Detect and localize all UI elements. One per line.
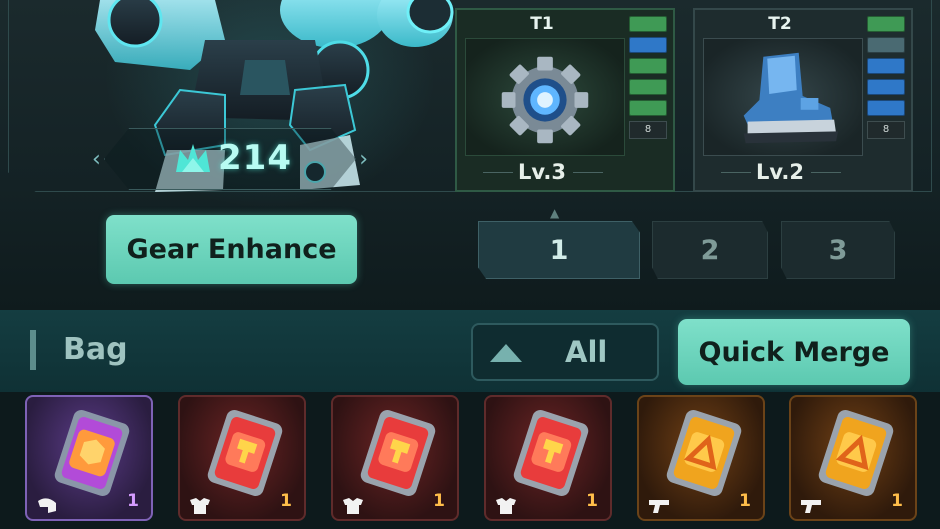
bag-title: Bag	[63, 332, 128, 367]
upgrade-pip	[629, 79, 667, 95]
armor-icon	[496, 498, 516, 514]
item-quantity: 1	[586, 491, 598, 511]
crown-power-icon	[176, 144, 210, 172]
caret-up-icon: ▲	[550, 206, 560, 220]
bag-item[interactable]: 1	[25, 395, 153, 521]
gun-icon	[649, 500, 669, 513]
lock-count: 8	[867, 121, 905, 139]
slot-upgrade-pips: 8	[867, 16, 907, 139]
slot-item-frame	[465, 38, 625, 156]
armor-icon	[190, 498, 210, 514]
bag-filter-dropdown[interactable]: All	[471, 323, 659, 381]
power-value: 214	[218, 138, 292, 178]
orange-weapon-card-icon	[666, 409, 742, 497]
triangle-up-icon	[490, 344, 522, 362]
red-armor-card-icon	[360, 409, 436, 497]
slot-level: Lv.3	[518, 160, 566, 184]
upgrade-pip	[867, 37, 905, 53]
page-tab-1[interactable]: 1	[478, 221, 640, 279]
upgrade-pip	[867, 100, 905, 116]
slot-tier-label: T1	[530, 14, 554, 34]
armor-icon	[343, 498, 363, 514]
bag-header: Bag All Quick Merge	[0, 310, 940, 392]
filter-label: All	[565, 335, 608, 369]
bag-item[interactable]: 1	[331, 395, 459, 521]
previous-hero-arrow-icon[interactable]: ‹	[92, 147, 101, 172]
bag-item[interactable]: 1	[484, 395, 612, 521]
page-tab-3[interactable]: 3	[781, 221, 895, 279]
quick-merge-button[interactable]: Quick Merge	[678, 319, 910, 385]
combat-power-display: ‹ › 214	[92, 128, 368, 190]
purple-gear-card-icon	[54, 409, 130, 497]
upgrade-pip	[867, 58, 905, 74]
item-quantity: 1	[891, 491, 903, 511]
lock-count: 8	[629, 121, 667, 139]
upgrade-pip	[867, 79, 905, 95]
gun-icon	[801, 500, 821, 513]
page-tab-2[interactable]: 2	[652, 221, 768, 279]
red-armor-card-icon	[513, 409, 589, 497]
helmet-icon	[38, 498, 56, 513]
slot-upgrade-pips: 8	[629, 16, 669, 139]
gear-core-icon	[501, 56, 589, 144]
bag-grid: 1 1 1 1 1 1	[0, 392, 940, 529]
bag-item[interactable]: 1	[637, 395, 765, 521]
item-quantity: 1	[280, 491, 292, 511]
upgrade-pip	[629, 16, 667, 32]
upgrade-pip	[629, 37, 667, 53]
slot-tier-label: T2	[768, 14, 792, 34]
upgrade-pip	[629, 58, 667, 74]
bag-item[interactable]: 1	[178, 395, 306, 521]
upgrade-pip	[629, 100, 667, 116]
bag-title-bar	[30, 330, 36, 370]
character-panel: ‹ › 214 T1 Lv.3 8 T2 Lv.2 8 Gear Enhance…	[0, 0, 940, 310]
slot-item-frame	[703, 38, 863, 156]
gear-screen: ‹ › 214 T1 Lv.3 8 T2 Lv.2 8 Gear Enhance…	[0, 0, 940, 529]
orange-weapon-card-icon	[818, 409, 894, 497]
item-quantity: 1	[739, 491, 751, 511]
upgrade-pip	[867, 16, 905, 32]
bag-item[interactable]: 1	[789, 395, 917, 521]
red-armor-card-icon	[207, 409, 283, 497]
gear-slot-t1[interactable]: T1 Lv.3 8	[455, 8, 675, 192]
gear-slot-t2[interactable]: T2 Lv.2 8	[693, 8, 913, 192]
item-quantity: 1	[127, 491, 139, 511]
boot-icon	[743, 52, 839, 144]
next-hero-arrow-icon[interactable]: ›	[359, 147, 368, 172]
gear-enhance-button[interactable]: Gear Enhance	[106, 215, 357, 284]
item-quantity: 1	[433, 491, 445, 511]
slot-level: Lv.2	[756, 160, 804, 184]
